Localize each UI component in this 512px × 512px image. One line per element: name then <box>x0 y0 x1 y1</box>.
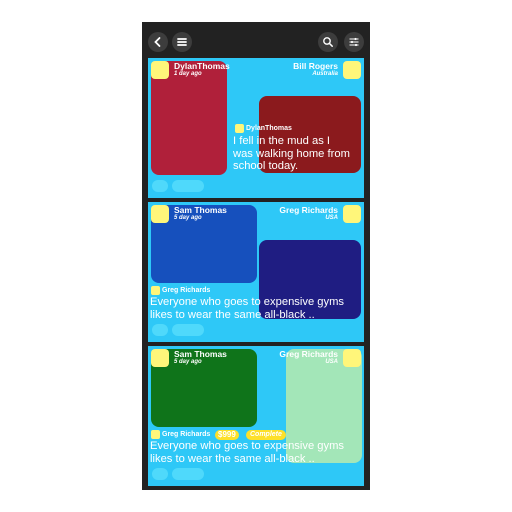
author-avatar <box>151 430 160 439</box>
top-bar <box>142 22 370 58</box>
menu-button[interactable] <box>172 32 192 52</box>
left-user-name[interactable]: DylanThomas <box>174 61 230 71</box>
left-user-name[interactable]: Sam Thomas <box>174 205 227 215</box>
avatar[interactable] <box>343 61 361 79</box>
avatar[interactable] <box>343 205 361 223</box>
sliders-icon <box>349 37 359 47</box>
action-pill-button[interactable] <box>172 468 204 480</box>
right-user-name[interactable]: Bill Rogers <box>293 61 338 71</box>
action-button[interactable] <box>152 468 168 480</box>
author-avatar <box>151 286 160 295</box>
avatar[interactable] <box>151 61 169 79</box>
post-card[interactable]: Sam Thomas 5 day ago Greg Richards USA G… <box>148 346 364 486</box>
price-badge: $999 <box>215 430 239 440</box>
author-avatar <box>235 124 244 133</box>
search-button[interactable] <box>318 32 338 52</box>
user-location: USA <box>325 359 338 365</box>
left-user-name[interactable]: Sam Thomas <box>174 349 227 359</box>
user-location: USA <box>325 215 338 221</box>
post-card[interactable]: Sam Thomas 5 day ago Greg Richards USA G… <box>148 202 364 342</box>
back-button[interactable] <box>148 32 168 52</box>
avatar[interactable] <box>343 349 361 367</box>
action-button[interactable] <box>152 324 168 336</box>
right-user-name[interactable]: Greg Richards <box>279 205 338 215</box>
post-message: Everyone who goes to expensive gyms like… <box>150 440 345 465</box>
post-time: 1 day ago <box>174 71 202 77</box>
avatar[interactable] <box>151 205 169 223</box>
post-message: I fell in the mud as I was walking home … <box>233 135 350 172</box>
user-location: Australia <box>312 71 338 77</box>
author-name[interactable]: Greg Richards <box>162 431 210 438</box>
search-icon <box>323 37 333 47</box>
post-card[interactable]: DylanThomas 1 day ago Bill Rogers Austra… <box>148 58 364 198</box>
chevron-left-icon <box>154 37 161 47</box>
post-message: Everyone who goes to expensive gyms like… <box>150 296 345 321</box>
hamburger-menu-icon <box>177 38 187 46</box>
author-name[interactable]: Greg Richards <box>162 287 210 294</box>
action-pill-button[interactable] <box>172 180 204 192</box>
post-time: 5 day ago <box>174 215 202 221</box>
filter-button[interactable] <box>344 32 364 52</box>
status-badge: Complete <box>246 430 286 440</box>
right-user-name[interactable]: Greg Richards <box>279 349 338 359</box>
app-screen: DylanThomas 1 day ago Bill Rogers Austra… <box>142 22 370 490</box>
avatar[interactable] <box>151 349 169 367</box>
post-time: 5 day ago <box>174 359 202 365</box>
action-button[interactable] <box>152 180 168 192</box>
author-name[interactable]: DylanThomas <box>246 125 292 132</box>
action-pill-button[interactable] <box>172 324 204 336</box>
